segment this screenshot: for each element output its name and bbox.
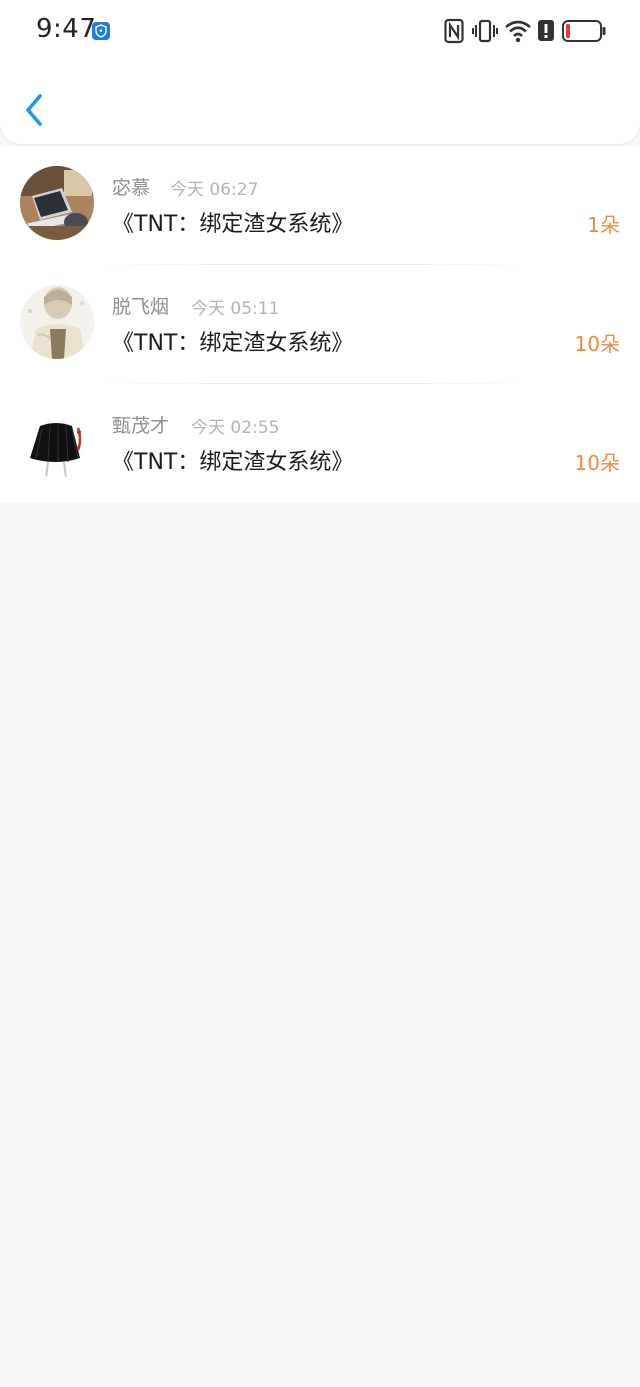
shield-icon [92,22,110,40]
avatar[interactable] [20,285,94,359]
status-icons [444,18,606,46]
list-item[interactable]: 宓慕 今天 06:27 《TNT：绑定渣女系统》 1朵 [0,146,640,265]
book-title: 《TNT：绑定渣女系统》 [112,331,354,356]
timestamp: 今天 02:55 [191,418,280,438]
book-title: 《TNT：绑定渣女系统》 [112,450,354,475]
nfc-icon [444,18,464,44]
avatar[interactable] [20,404,94,478]
battery-icon [562,20,606,42]
avatar[interactable] [20,166,94,240]
flower-record-list: 宓慕 今天 06:27 《TNT：绑定渣女系统》 1朵 脱飞烟 今天 05:11… [0,146,640,503]
user-name: 宓慕 [112,177,151,199]
timestamp: 今天 05:11 [191,299,280,319]
back-button[interactable] [20,90,50,130]
header: 9:47 [0,0,640,144]
status-bar: 9:47 [0,0,640,64]
user-name: 甄茂才 [112,415,170,437]
flower-count: 10朵 [574,451,620,475]
flower-count: 10朵 [574,332,620,356]
status-time: 9:47 [36,14,97,44]
user-name: 脱飞烟 [112,296,170,318]
alert-icon [538,20,554,41]
vibrate-icon [472,19,498,43]
timestamp: 今天 06:27 [170,180,259,200]
wifi-icon [505,20,531,43]
book-title: 《TNT：绑定渣女系统》 [112,212,354,237]
chevron-left-icon [26,94,42,126]
list-item[interactable]: 脱飞烟 今天 05:11 《TNT：绑定渣女系统》 10朵 [0,265,640,384]
list-item[interactable]: 甄茂才 今天 02:55 《TNT：绑定渣女系统》 10朵 [0,384,640,503]
flower-count: 1朵 [587,213,620,237]
